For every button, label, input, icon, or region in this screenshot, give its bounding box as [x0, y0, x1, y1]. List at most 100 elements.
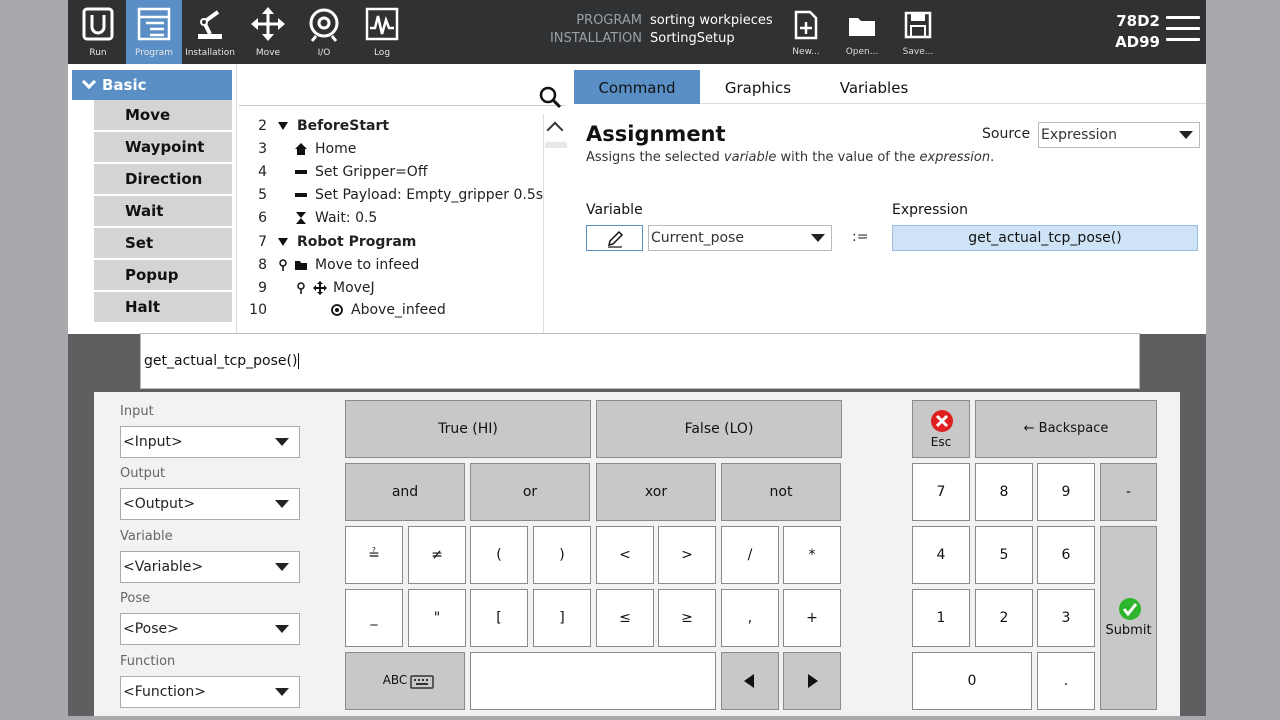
digit-6-key[interactable]: 6 — [1037, 526, 1095, 584]
expression-field[interactable]: get_actual_tcp_pose() — [892, 225, 1198, 251]
save-button[interactable]: Save... — [890, 6, 946, 60]
true-hi-key[interactable]: True (HI) — [345, 400, 591, 458]
nav-program-label: Program — [135, 48, 173, 58]
chevron-down-icon — [81, 74, 97, 90]
space-key[interactable] — [470, 652, 716, 710]
variable-dropdown-select[interactable]: <Variable> — [120, 551, 300, 583]
nav-installation[interactable]: Installation — [182, 0, 238, 64]
digit-7-key[interactable]: 7 — [912, 463, 970, 521]
close-bracket-key[interactable]: ] — [533, 589, 591, 647]
palette-item-halt[interactable]: Halt — [94, 292, 232, 322]
digit-8-key[interactable]: 8 — [975, 463, 1033, 521]
output-select[interactable]: <Output> — [120, 488, 300, 520]
false-lo-key[interactable]: False (LO) — [596, 400, 842, 458]
tree-row[interactable]: 7 Robot Program — [237, 231, 543, 253]
and-key[interactable]: and — [345, 463, 465, 521]
expression-keyboard: Input <Input> Output <Output> Variable <… — [68, 392, 1206, 716]
quote-key[interactable]: " — [408, 589, 466, 647]
new-button[interactable]: New... — [778, 6, 834, 60]
tree-row[interactable]: 2 BeforeStart — [237, 115, 543, 137]
digit-5-key[interactable]: 5 — [975, 526, 1033, 584]
palette-item-direction[interactable]: Direction — [94, 164, 232, 194]
esc-key[interactable]: Esc — [912, 400, 970, 458]
hamburger-menu-icon[interactable] — [1166, 16, 1200, 46]
edit-variable-button[interactable] — [586, 225, 643, 251]
chevron-down-icon — [275, 438, 289, 446]
tree-search-bar[interactable] — [239, 72, 565, 108]
expression-editor-input[interactable]: get_actual_tcp_pose() — [140, 333, 1140, 389]
abc-keyboard-key[interactable]: ABC — [345, 652, 465, 710]
tree-row[interactable]: 9 MoveJ — [237, 277, 543, 299]
greater-than-key[interactable]: > — [658, 526, 716, 584]
expand-triangle-icon[interactable] — [277, 236, 289, 248]
divide-key[interactable]: / — [721, 526, 779, 584]
nav-log[interactable]: Log — [354, 0, 410, 64]
digit-4-key[interactable]: 4 — [912, 526, 970, 584]
not-key[interactable]: not — [721, 463, 841, 521]
digit-1-key[interactable]: 1 — [912, 589, 970, 647]
not-equal-key[interactable]: ≠ — [408, 526, 466, 584]
decimal-point-key[interactable]: . — [1037, 652, 1095, 710]
keyboard-panel: Input <Input> Output <Output> Variable <… — [94, 392, 1180, 716]
digit-2-key[interactable]: 2 — [975, 589, 1033, 647]
close-paren-key[interactable]: ) — [533, 526, 591, 584]
palette-item-waypoint[interactable]: Waypoint — [94, 132, 232, 162]
tab-graphics[interactable]: Graphics — [700, 70, 816, 104]
underscore-key[interactable]: _ — [345, 589, 403, 647]
nav-program[interactable]: Program — [126, 0, 182, 64]
open-button[interactable]: Open... — [834, 6, 890, 60]
palette-item-move[interactable]: Move — [94, 100, 232, 130]
variable-label: Variable — [586, 202, 643, 218]
input-select[interactable]: <Input> — [120, 426, 300, 458]
comma-key[interactable]: , — [721, 589, 779, 647]
tree-row[interactable]: 4 Set Gripper=Off — [237, 161, 543, 183]
cursor-left-key[interactable] — [721, 652, 779, 710]
top-bar: Run Program Installation Move I/O Log PR… — [68, 0, 1206, 64]
digit-9-key[interactable]: 9 — [1037, 463, 1095, 521]
basic-category-header[interactable]: Basic — [72, 70, 232, 100]
digit-0-key[interactable]: 0 — [912, 652, 1032, 710]
plus-key[interactable]: + — [783, 589, 841, 647]
nav-move[interactable]: Move — [240, 0, 296, 64]
tab-variables[interactable]: Variables — [816, 70, 932, 104]
open-bracket-key[interactable]: [ — [470, 589, 528, 647]
greater-equal-key[interactable]: ≥ — [658, 589, 716, 647]
digit-3-key[interactable]: 3 — [1037, 589, 1095, 647]
less-equal-key[interactable]: ≤ — [596, 589, 654, 647]
equals-key[interactable]: ≟ — [345, 526, 403, 584]
function-select[interactable]: <Function> — [120, 676, 300, 708]
less-than-key[interactable]: < — [596, 526, 654, 584]
tree-scrollbar[interactable] — [543, 114, 567, 334]
open-paren-key[interactable]: ( — [470, 526, 528, 584]
cursor-right-key[interactable] — [783, 652, 841, 710]
multiply-key[interactable]: * — [783, 526, 841, 584]
log-icon — [365, 7, 399, 41]
or-key[interactable]: or — [470, 463, 590, 521]
palette-item-wait[interactable]: Wait — [94, 196, 232, 226]
pose-select[interactable]: <Pose> — [120, 613, 300, 645]
expression-label: Expression — [892, 202, 968, 218]
tab-command[interactable]: Command — [574, 70, 700, 104]
tree-row[interactable]: 10 Above_infeed — [237, 299, 543, 321]
chevron-up-icon[interactable] — [546, 121, 564, 139]
palette-item-set[interactable]: Set — [94, 228, 232, 258]
robot-arm-icon — [198, 10, 222, 39]
source-select[interactable]: Expression — [1038, 122, 1200, 148]
node-detail-panel: Command Graphics Variables Assignment As… — [574, 70, 1206, 334]
tree-row[interactable]: 6 Wait: 0.5 — [237, 207, 543, 229]
tree-row[interactable]: 3 Home — [237, 138, 543, 160]
expand-triangle-icon[interactable] — [277, 120, 289, 132]
variable-select[interactable]: Current_pose — [648, 225, 832, 251]
backspace-key[interactable]: ← Backspace — [975, 400, 1157, 458]
xor-key[interactable]: xor — [596, 463, 716, 521]
nav-io[interactable]: I/O — [296, 0, 352, 64]
minus-key[interactable]: - — [1100, 463, 1157, 521]
search-icon[interactable] — [539, 86, 561, 108]
tree-row[interactable]: 8 Move to infeed — [237, 254, 543, 276]
scrollbar-thumb[interactable] — [545, 142, 567, 148]
tree-row[interactable]: 5 Set Payload: Empty_gripper 0.5s — [237, 184, 543, 206]
nav-run[interactable]: Run — [70, 0, 126, 64]
submit-key[interactable]: Submit — [1100, 526, 1157, 710]
palette-item-popup[interactable]: Popup — [94, 260, 232, 290]
serial-line-1: 78D2 — [1116, 12, 1160, 30]
